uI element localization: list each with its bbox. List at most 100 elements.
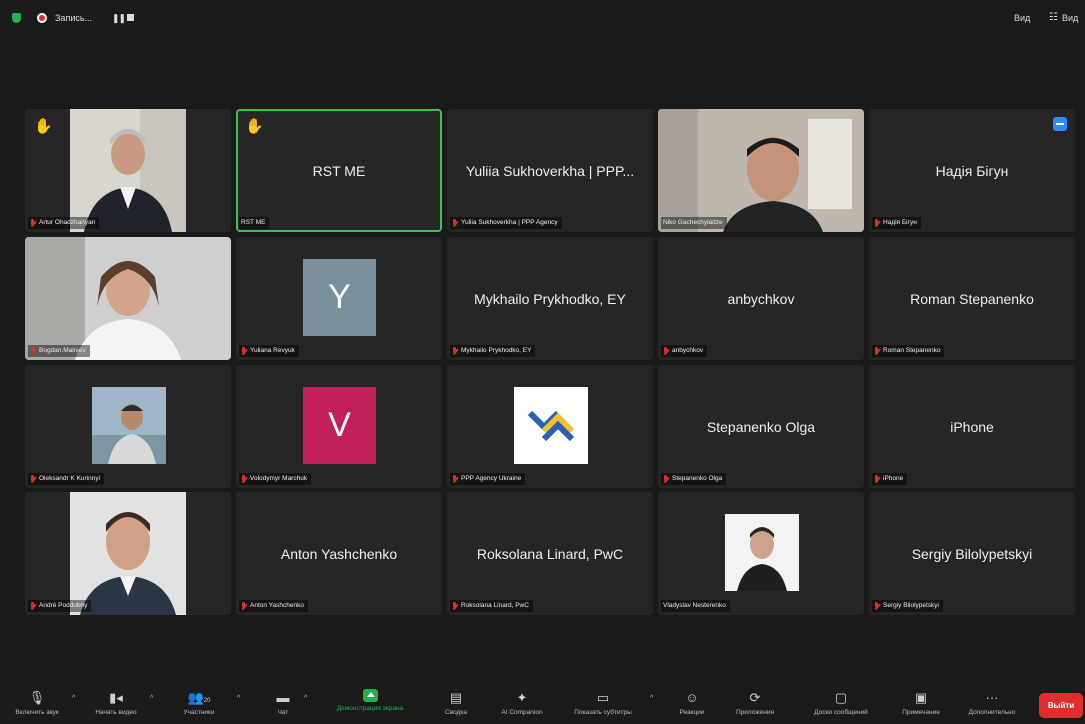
participants-button[interactable]: 👥20 Участники — [174, 684, 224, 724]
participant-name-tag: Artur Ohadzhanyan — [28, 217, 100, 229]
share-screen-button[interactable]: Демонстрация экрана — [318, 684, 422, 724]
participant-video — [658, 109, 864, 232]
pause-recording-button[interactable]: ❚❚ — [112, 13, 126, 24]
participant-tile-andre[interactable]: André Poddubny — [25, 492, 231, 615]
leave-button[interactable]: Выйти — [1039, 693, 1083, 718]
captions-icon: ▭ — [596, 690, 610, 705]
whiteboards-button[interactable]: ▢ Доски сообщений — [796, 684, 886, 724]
gallery-grid: ✋ Artur Ohadzhanyan ✋ RST ME RST ME Yuli… — [25, 109, 1075, 615]
participant-display-name: Mykhailo Prykhodko, EY — [474, 290, 626, 307]
participant-name-tag: Vladyslav Nesterenko — [661, 600, 730, 612]
view-button[interactable]: Вид — [1062, 13, 1078, 23]
unmute-button[interactable]: 🎙 Включить звук — [8, 684, 66, 724]
audio-options-caret-icon[interactable]: ^ — [72, 695, 75, 702]
participant-photo — [725, 514, 799, 591]
muted-mic-icon — [241, 346, 247, 356]
participant-name-tag: iPhone — [872, 473, 908, 485]
participant-tile-yuliia[interactable]: Yuliia Sukhoverkha | PPP... Yuliia Sukho… — [447, 109, 653, 232]
muted-mic-icon — [874, 346, 880, 356]
participant-name-tag: anbychkov — [661, 345, 708, 357]
participant-name-tag: Volodymyr Marchuk — [239, 473, 312, 485]
participant-name-tag: Stepanenko Olga — [661, 473, 727, 485]
stop-recording-button[interactable] — [127, 14, 134, 21]
meeting-toolbar: 🎙 Включить звук ^ ▮◂ Начать видео ^ 👥20 … — [0, 684, 1085, 724]
participant-name-tag: Bogdan.Malniev — [28, 345, 90, 357]
muted-mic-icon — [241, 601, 247, 611]
muted-mic-icon — [874, 218, 880, 228]
participant-photo — [70, 492, 186, 615]
participant-tile-sergiy[interactable]: Sergiy Bilolypetskyi Sergiy Bilolypetsky… — [869, 492, 1075, 615]
participant-display-name: Stepanenko Olga — [706, 418, 816, 435]
captions-caret-icon[interactable]: ^ — [650, 695, 653, 702]
participant-name-tag: Надія Бігун — [872, 217, 921, 229]
participant-name-tag: Sergiy Bilolypetskyi — [872, 600, 943, 612]
notes-button[interactable]: ▣ Примечание — [890, 684, 952, 724]
summary-button[interactable]: ▤ Сводка — [438, 684, 474, 724]
participant-name-tag: Yuliia Sukhoverkha | PPP Agency — [450, 217, 562, 229]
shield-icon[interactable] — [12, 13, 21, 23]
participant-tile-roman[interactable]: Roman Stepanenko Roman Stepanenko — [869, 237, 1075, 360]
participant-tile-anton[interactable]: Anton Yashchenko Anton Yashchenko — [236, 492, 442, 615]
muted-mic-icon — [30, 474, 36, 484]
participant-tile-roksolana[interactable]: Roksolana Linard, PwC Roksolana Linard, … — [447, 492, 653, 615]
participant-tile-vladyslav[interactable]: Vladyslav Nesterenko — [658, 492, 864, 615]
more-icon: ··· — [985, 690, 999, 705]
participant-display-name: iPhone — [950, 418, 994, 435]
participants-caret-icon[interactable]: ^ — [237, 695, 240, 702]
participant-tile-mykhailo[interactable]: Mykhailo Prykhodko, EY Mykhailo Prykhodk… — [447, 237, 653, 360]
chat-caret-icon[interactable]: ^ — [304, 695, 307, 702]
muted-mic-icon — [452, 601, 458, 611]
participant-tile-artur[interactable]: ✋ Artur Ohadzhanyan — [25, 109, 231, 232]
participant-tile-olga[interactable]: Stepanenko Olga Stepanenko Olga — [658, 365, 864, 488]
view-label[interactable]: Вид — [1014, 13, 1030, 23]
start-video-button[interactable]: ▮◂ Начать видео — [84, 684, 148, 724]
summary-icon: ▤ — [449, 690, 463, 705]
notes-icon: ▣ — [914, 690, 928, 705]
participant-display-name: Надія Бігун — [935, 162, 1009, 179]
participants-icon: 👥20 — [187, 690, 211, 705]
avatar: Y — [303, 259, 376, 336]
participant-display-name: Sergiy Bilolypetskyi — [911, 545, 1033, 562]
participant-tile-oleksandr[interactable]: Oleksandr K Kurinnyi — [25, 365, 231, 488]
more-button[interactable]: ··· Дополнительно — [960, 684, 1024, 724]
participant-name-tag: Yuliana Revyuk — [239, 345, 299, 357]
participant-tile-volodymyr[interactable]: V Volodymyr Marchuk — [236, 365, 442, 488]
chat-icon: ▬ — [276, 690, 290, 705]
muted-mic-icon — [452, 346, 458, 356]
reaction-icon: ☺ — [685, 690, 699, 705]
participant-tile-bogdan[interactable]: Bogdan.Malniev — [25, 237, 231, 360]
participant-name-tag: Niko Gachechyladze — [661, 217, 727, 229]
muted-mic-icon — [663, 474, 669, 484]
participant-name-tag: Mykhailo Prykhodko, EY — [450, 345, 536, 357]
participant-display-name: Yuliia Sukhoverkha | PPP... — [465, 162, 635, 179]
share-screen-icon — [362, 689, 378, 702]
show-captions-button[interactable]: ▭ Показать субтитры — [566, 684, 640, 724]
participant-photo — [25, 237, 231, 360]
chat-button[interactable]: ▬ Чат — [268, 684, 298, 724]
participant-display-name: RST ME — [312, 162, 366, 179]
participant-tile-yuliana[interactable]: Y Yuliana Revyuk — [236, 237, 442, 360]
muted-mic-icon — [30, 601, 36, 611]
participant-display-name: anbychkov — [727, 290, 795, 307]
participant-tile-ppp[interactable]: PPP Agency Ukraine — [447, 365, 653, 488]
participant-name-tag: Anton Yashchenko — [239, 600, 308, 612]
apps-button[interactable]: ⟳ Приложения — [728, 684, 782, 724]
muted-mic-icon — [452, 474, 458, 484]
muted-mic-icon — [30, 346, 36, 356]
recording-label[interactable]: Запись... — [55, 13, 92, 23]
participant-tile-rst[interactable]: ✋ RST ME RST ME — [236, 109, 442, 232]
grid-view-icon[interactable]: ☷ — [1049, 12, 1058, 23]
minimize-icon[interactable] — [1053, 117, 1067, 131]
participant-tile-iphone[interactable]: iPhone iPhone — [869, 365, 1075, 488]
participant-tile-niko[interactable]: Niko Gachechyladze — [658, 109, 864, 232]
participant-name-tag: André Poddubny — [28, 600, 92, 612]
reactions-button[interactable]: ☺ Реакции — [672, 684, 712, 724]
muted-mic-icon — [30, 218, 36, 228]
participant-tile-anbychkov[interactable]: anbychkov anbychkov — [658, 237, 864, 360]
recording-icon — [37, 13, 47, 23]
ai-companion-button[interactable]: ✦ AI Companion — [494, 684, 550, 724]
participant-tile-nadia[interactable]: Надія Бігун Надія Бігун — [869, 109, 1075, 232]
video-options-caret-icon[interactable]: ^ — [150, 695, 153, 702]
participant-photo — [70, 109, 186, 232]
raised-hand-icon: ✋ — [245, 118, 264, 135]
